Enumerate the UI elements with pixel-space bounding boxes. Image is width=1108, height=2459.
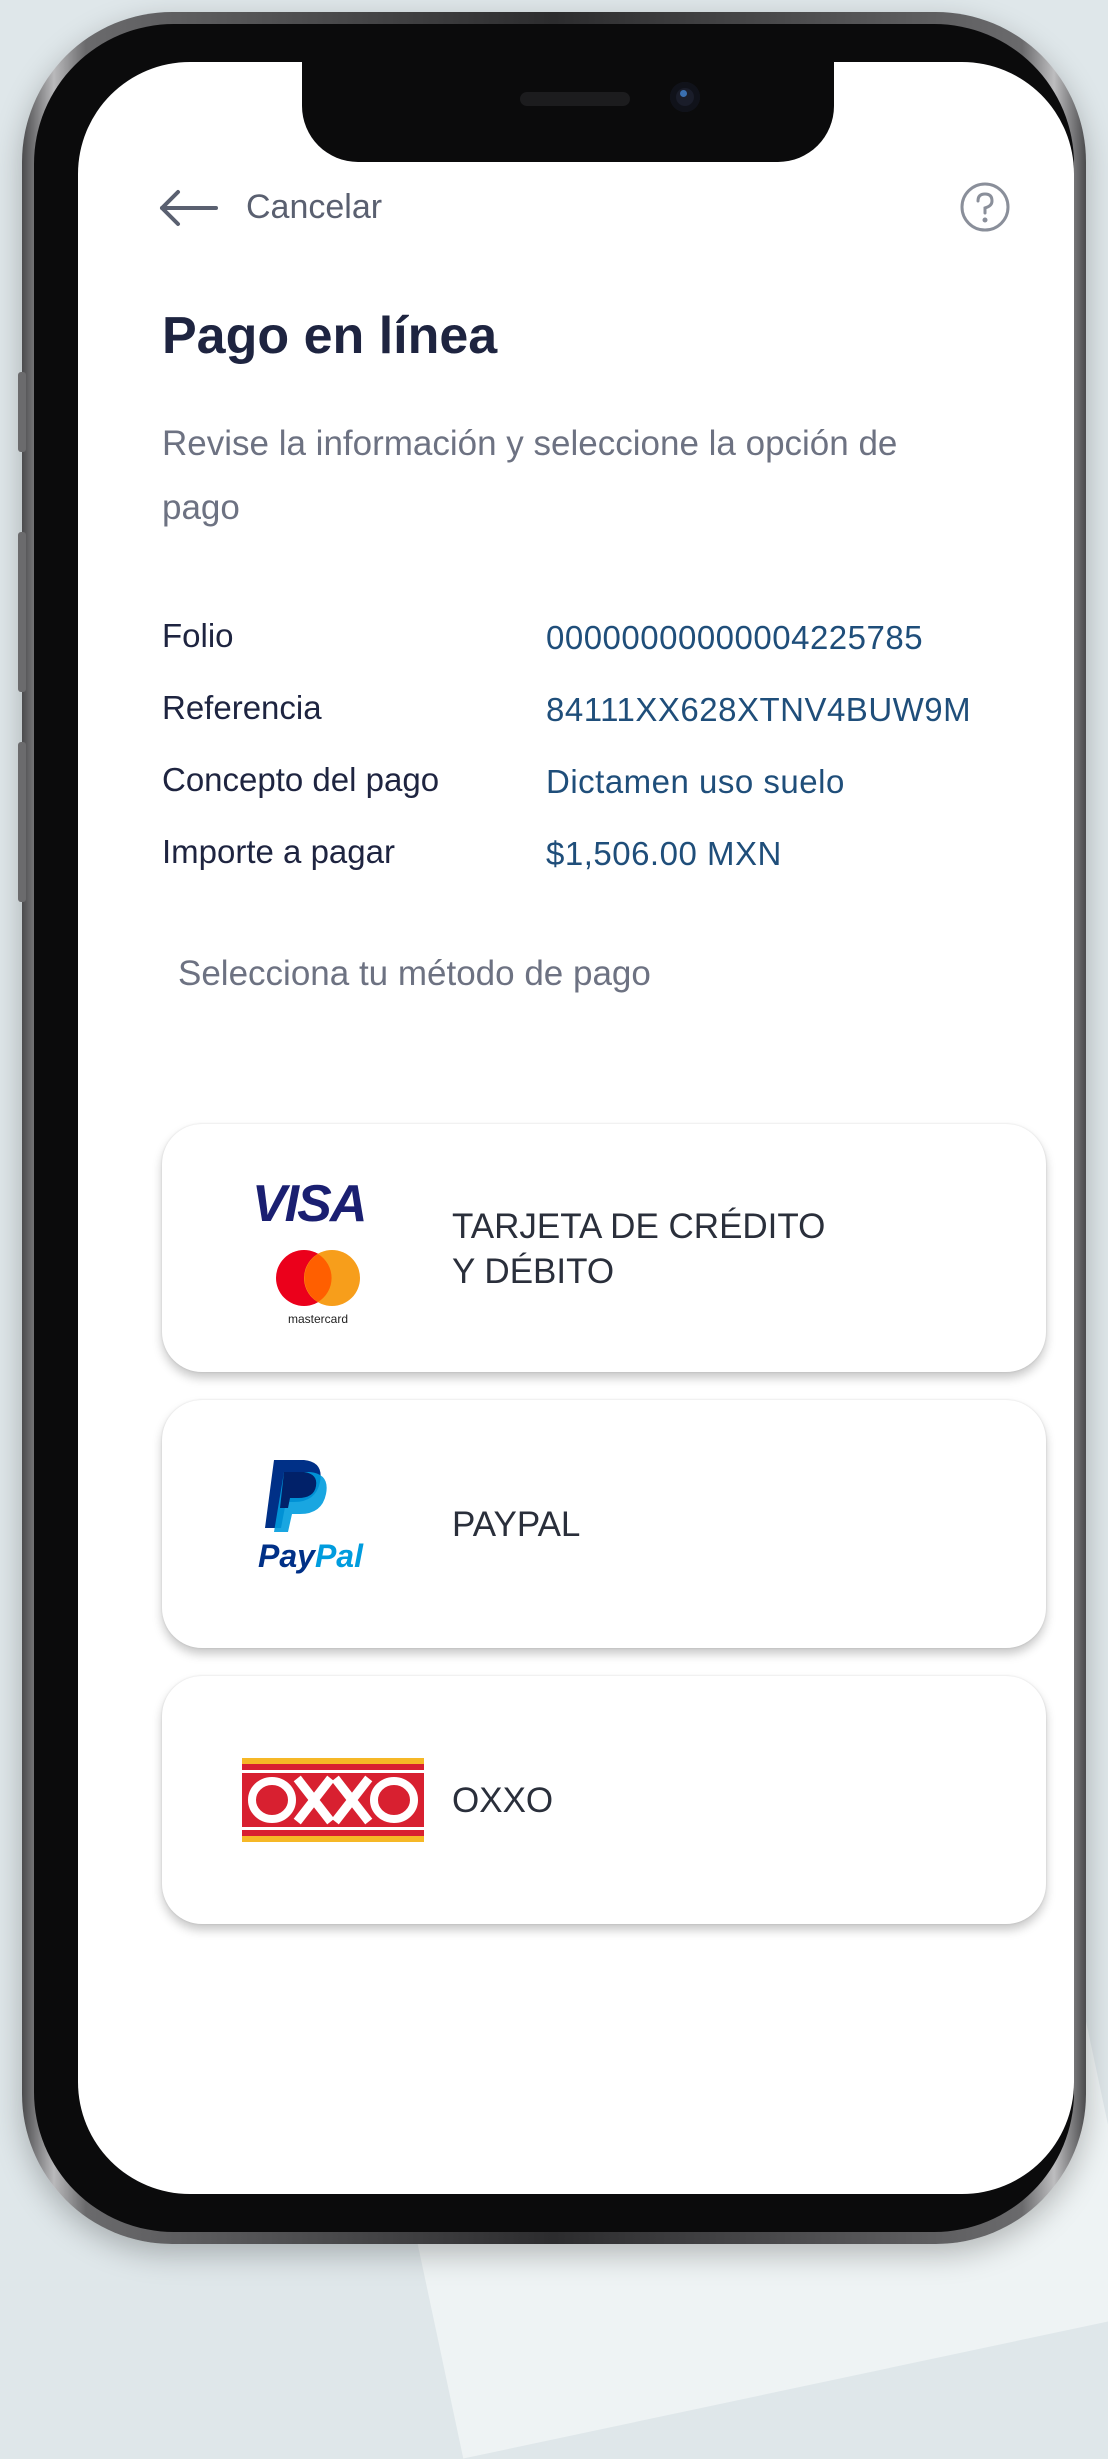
paypal-option-label: PAYPAL	[452, 1505, 581, 1544]
oxxo-option-label: OXXO	[452, 1781, 554, 1820]
page-subtitle: Revise la información y seleccione la op…	[162, 424, 898, 527]
cancel-button[interactable]: Cancelar	[246, 188, 382, 227]
phone-frame: Cancelar Pago en línea Revise la informa…	[18, 12, 1086, 2244]
detail-label: Importe a pagar	[162, 833, 395, 870]
oxxo-payment-option[interactable]: OXXO	[162, 1676, 1046, 1924]
page-title: Pago en línea	[162, 307, 498, 365]
paypal-logo-text: PayPal	[258, 1538, 363, 1574]
mastercard-icon	[270, 1248, 366, 1308]
side-button-mute	[18, 372, 26, 452]
detail-value: 84111XX628XTNV4BUW9M	[546, 691, 972, 728]
camera-icon	[670, 82, 700, 112]
top-bar: Cancelar	[78, 172, 1074, 242]
detail-label: Folio	[162, 617, 234, 654]
payment-details: Folio 00000000000004225785 Referencia 84…	[162, 617, 1042, 905]
mastercard-logo-text: mastercard	[287, 1312, 349, 1326]
arrow-left-icon[interactable]	[158, 178, 218, 238]
card-option-label-line1: TARJETA DE CRÉDITO	[452, 1207, 826, 1246]
question-circle-icon[interactable]	[958, 180, 1012, 234]
detail-row-referencia: Referencia 84111XX628XTNV4BUW9M	[162, 689, 1042, 761]
paypal-payment-option[interactable]: PayPal PAYPAL	[162, 1400, 1046, 1648]
side-button-volume-up	[18, 532, 26, 692]
detail-row-importe: Importe a pagar $1,506.00 MXN	[162, 833, 1042, 905]
card-payment-option[interactable]: VISA mastercard TARJETA DE CRÉDITO Y DÉB…	[162, 1124, 1046, 1372]
side-button-volume-down	[18, 742, 26, 902]
detail-value: 00000000000004225785	[546, 619, 924, 656]
visa-logo: VISA	[252, 1175, 367, 1233]
card-option-label-line2: Y DÉBITO	[452, 1252, 615, 1291]
detail-row-concepto: Concepto del pago Dictamen uso suelo	[162, 761, 1042, 833]
paypal-icon	[260, 1456, 332, 1534]
detail-label: Concepto del pago	[162, 761, 440, 798]
detail-value: $1,506.00 MXN	[546, 835, 782, 872]
detail-value: Dictamen uso suelo	[546, 763, 845, 800]
detail-label: Referencia	[162, 689, 322, 726]
notch	[302, 62, 834, 162]
oxxo-logo-icon	[242, 1758, 424, 1842]
phone-screen: Cancelar Pago en línea Revise la informa…	[78, 62, 1074, 2194]
speaker-grille	[520, 92, 630, 106]
payment-method-heading: Selecciona tu método de pago	[178, 954, 651, 993]
detail-row-folio: Folio 00000000000004225785	[162, 617, 1042, 689]
